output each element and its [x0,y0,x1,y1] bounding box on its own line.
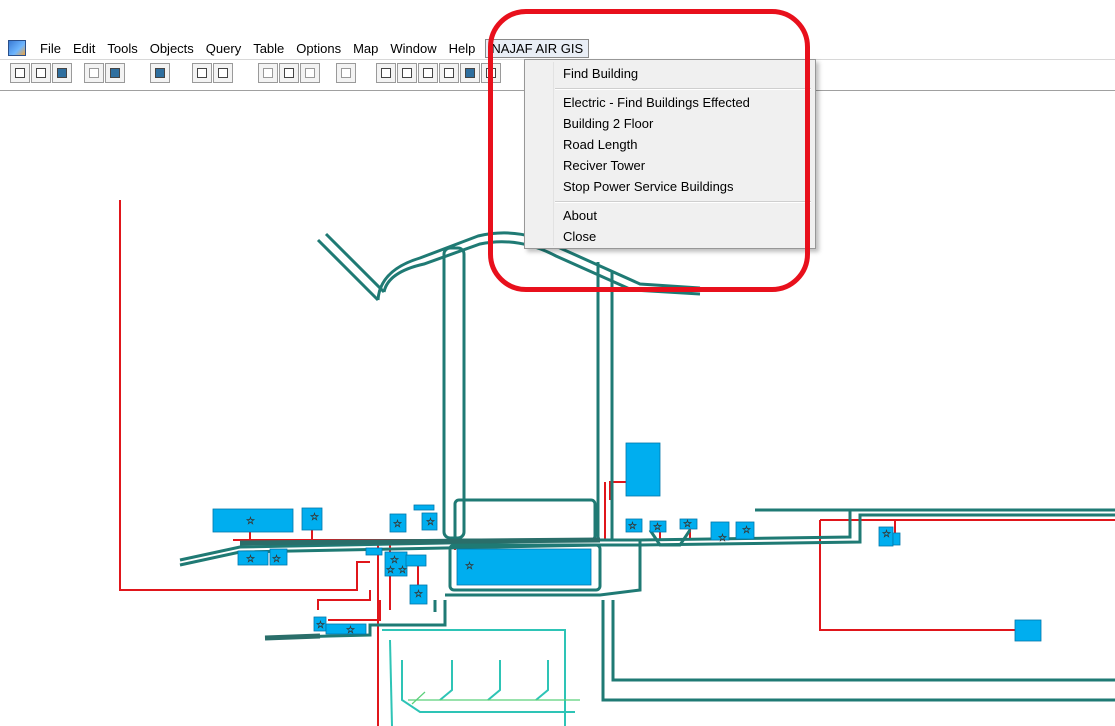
star-icon: ☆ [246,516,255,527]
cut-icon[interactable] [258,63,278,83]
grass-line [411,691,426,705]
copy-icon[interactable] [279,63,299,83]
road [601,600,1115,702]
menu-edit[interactable]: Edit [67,38,101,59]
star-icon: ☆ [882,529,891,540]
layout-window-icon[interactable] [439,63,459,83]
browser-icon[interactable] [376,63,396,83]
power-line [328,600,381,621]
apron-stand [439,660,453,701]
print-icon[interactable] [213,63,233,83]
toolbar-group-windows [376,63,502,83]
road [316,238,380,302]
star-icon: ☆ [386,565,395,576]
menu-item-reciver-tower[interactable]: Reciver Tower [563,158,645,173]
road [442,246,466,540]
menu-najaf-air-gis[interactable]: NAJAF AIR GIS [485,39,590,58]
star-icon: ☆ [718,533,727,544]
star-icon: ☆ [246,554,255,565]
star-icon: ☆ [465,561,474,572]
paste-icon[interactable] [300,63,320,83]
star-icon: ☆ [398,565,407,576]
toolbar-group-print [192,63,234,83]
menu-file[interactable]: File [34,38,67,59]
road [264,633,321,641]
building[interactable] [365,547,383,556]
menu-separator [555,201,811,203]
save-icon[interactable] [84,63,104,83]
menu-options[interactable]: Options [290,38,347,59]
najaf-air-gis-menu: Find Building Electric - Find Buildings … [524,59,816,249]
menu-item-find-building[interactable]: Find Building [563,66,638,81]
menu-item-close[interactable]: Close [563,229,596,244]
building[interactable] [625,442,661,497]
star-icon: ☆ [346,625,355,636]
table-icon[interactable] [52,63,72,83]
layout-icon[interactable] [192,63,212,83]
road [324,232,386,294]
star-icon: ☆ [426,517,435,528]
menu-help[interactable]: Help [443,38,482,59]
power-lines [119,200,1115,726]
menu-item-building-2-floor[interactable]: Building 2 Floor [563,116,653,131]
menu-window[interactable]: Window [384,38,442,59]
open-icon[interactable] [31,63,51,83]
menu-item-about[interactable]: About [563,208,597,223]
new-icon[interactable] [10,63,30,83]
menu-table[interactable]: Table [247,38,290,59]
building[interactable] [456,548,592,586]
menu-gutter [553,62,554,246]
menu-separator [555,88,811,90]
road-block [453,498,597,542]
graph-icon[interactable] [418,63,438,83]
undo-icon[interactable] [336,63,356,83]
toolbar-group-edit [258,63,321,83]
menu-map[interactable]: Map [347,38,384,59]
star-icon: ☆ [272,554,281,565]
menu-item-stop-power-service-buildings[interactable]: Stop Power Service Buildings [563,179,734,194]
building[interactable] [413,504,435,511]
star-icon: ☆ [316,620,325,631]
app-icon[interactable] [8,40,26,56]
menu-tools[interactable]: Tools [101,38,143,59]
toolbar-group-open [150,63,171,83]
toolbar-group-file [10,63,73,83]
star-icon: ☆ [683,519,692,530]
star-icon: ☆ [414,589,423,600]
select-arrow-icon[interactable] [481,63,501,83]
road [239,537,601,546]
apron-stand [535,660,549,701]
save-copy-icon[interactable] [105,63,125,83]
star-icon: ☆ [628,521,637,532]
menu-item-electric-find-buildings-effected[interactable]: Electric - Find Buildings Effected [563,95,750,110]
apron [382,629,575,726]
apron-outline [401,660,575,713]
star-icon: ☆ [310,512,319,523]
apron-outline [389,639,393,726]
menu-query[interactable]: Query [200,38,247,59]
menu-bar: File Edit Tools Objects Query Table Opti… [0,38,1115,60]
star-icon: ☆ [742,525,751,536]
open-folder-icon[interactable] [150,63,170,83]
star-icon: ☆ [393,519,402,530]
menu-objects[interactable]: Objects [144,38,200,59]
power-line [317,590,371,610]
star-icon: ☆ [653,522,662,533]
building[interactable] [405,554,427,567]
mapper-icon[interactable] [397,63,417,83]
apron-stand [487,660,501,701]
building[interactable] [892,532,901,546]
menu-item-road-length[interactable]: Road Length [563,137,637,152]
building[interactable] [1014,619,1042,642]
toolbar-group-save [84,63,126,83]
toolbar-group-undo [336,63,357,83]
redistrict-icon[interactable] [460,63,480,83]
menu-items: File Edit Tools Objects Query Table Opti… [34,38,590,59]
